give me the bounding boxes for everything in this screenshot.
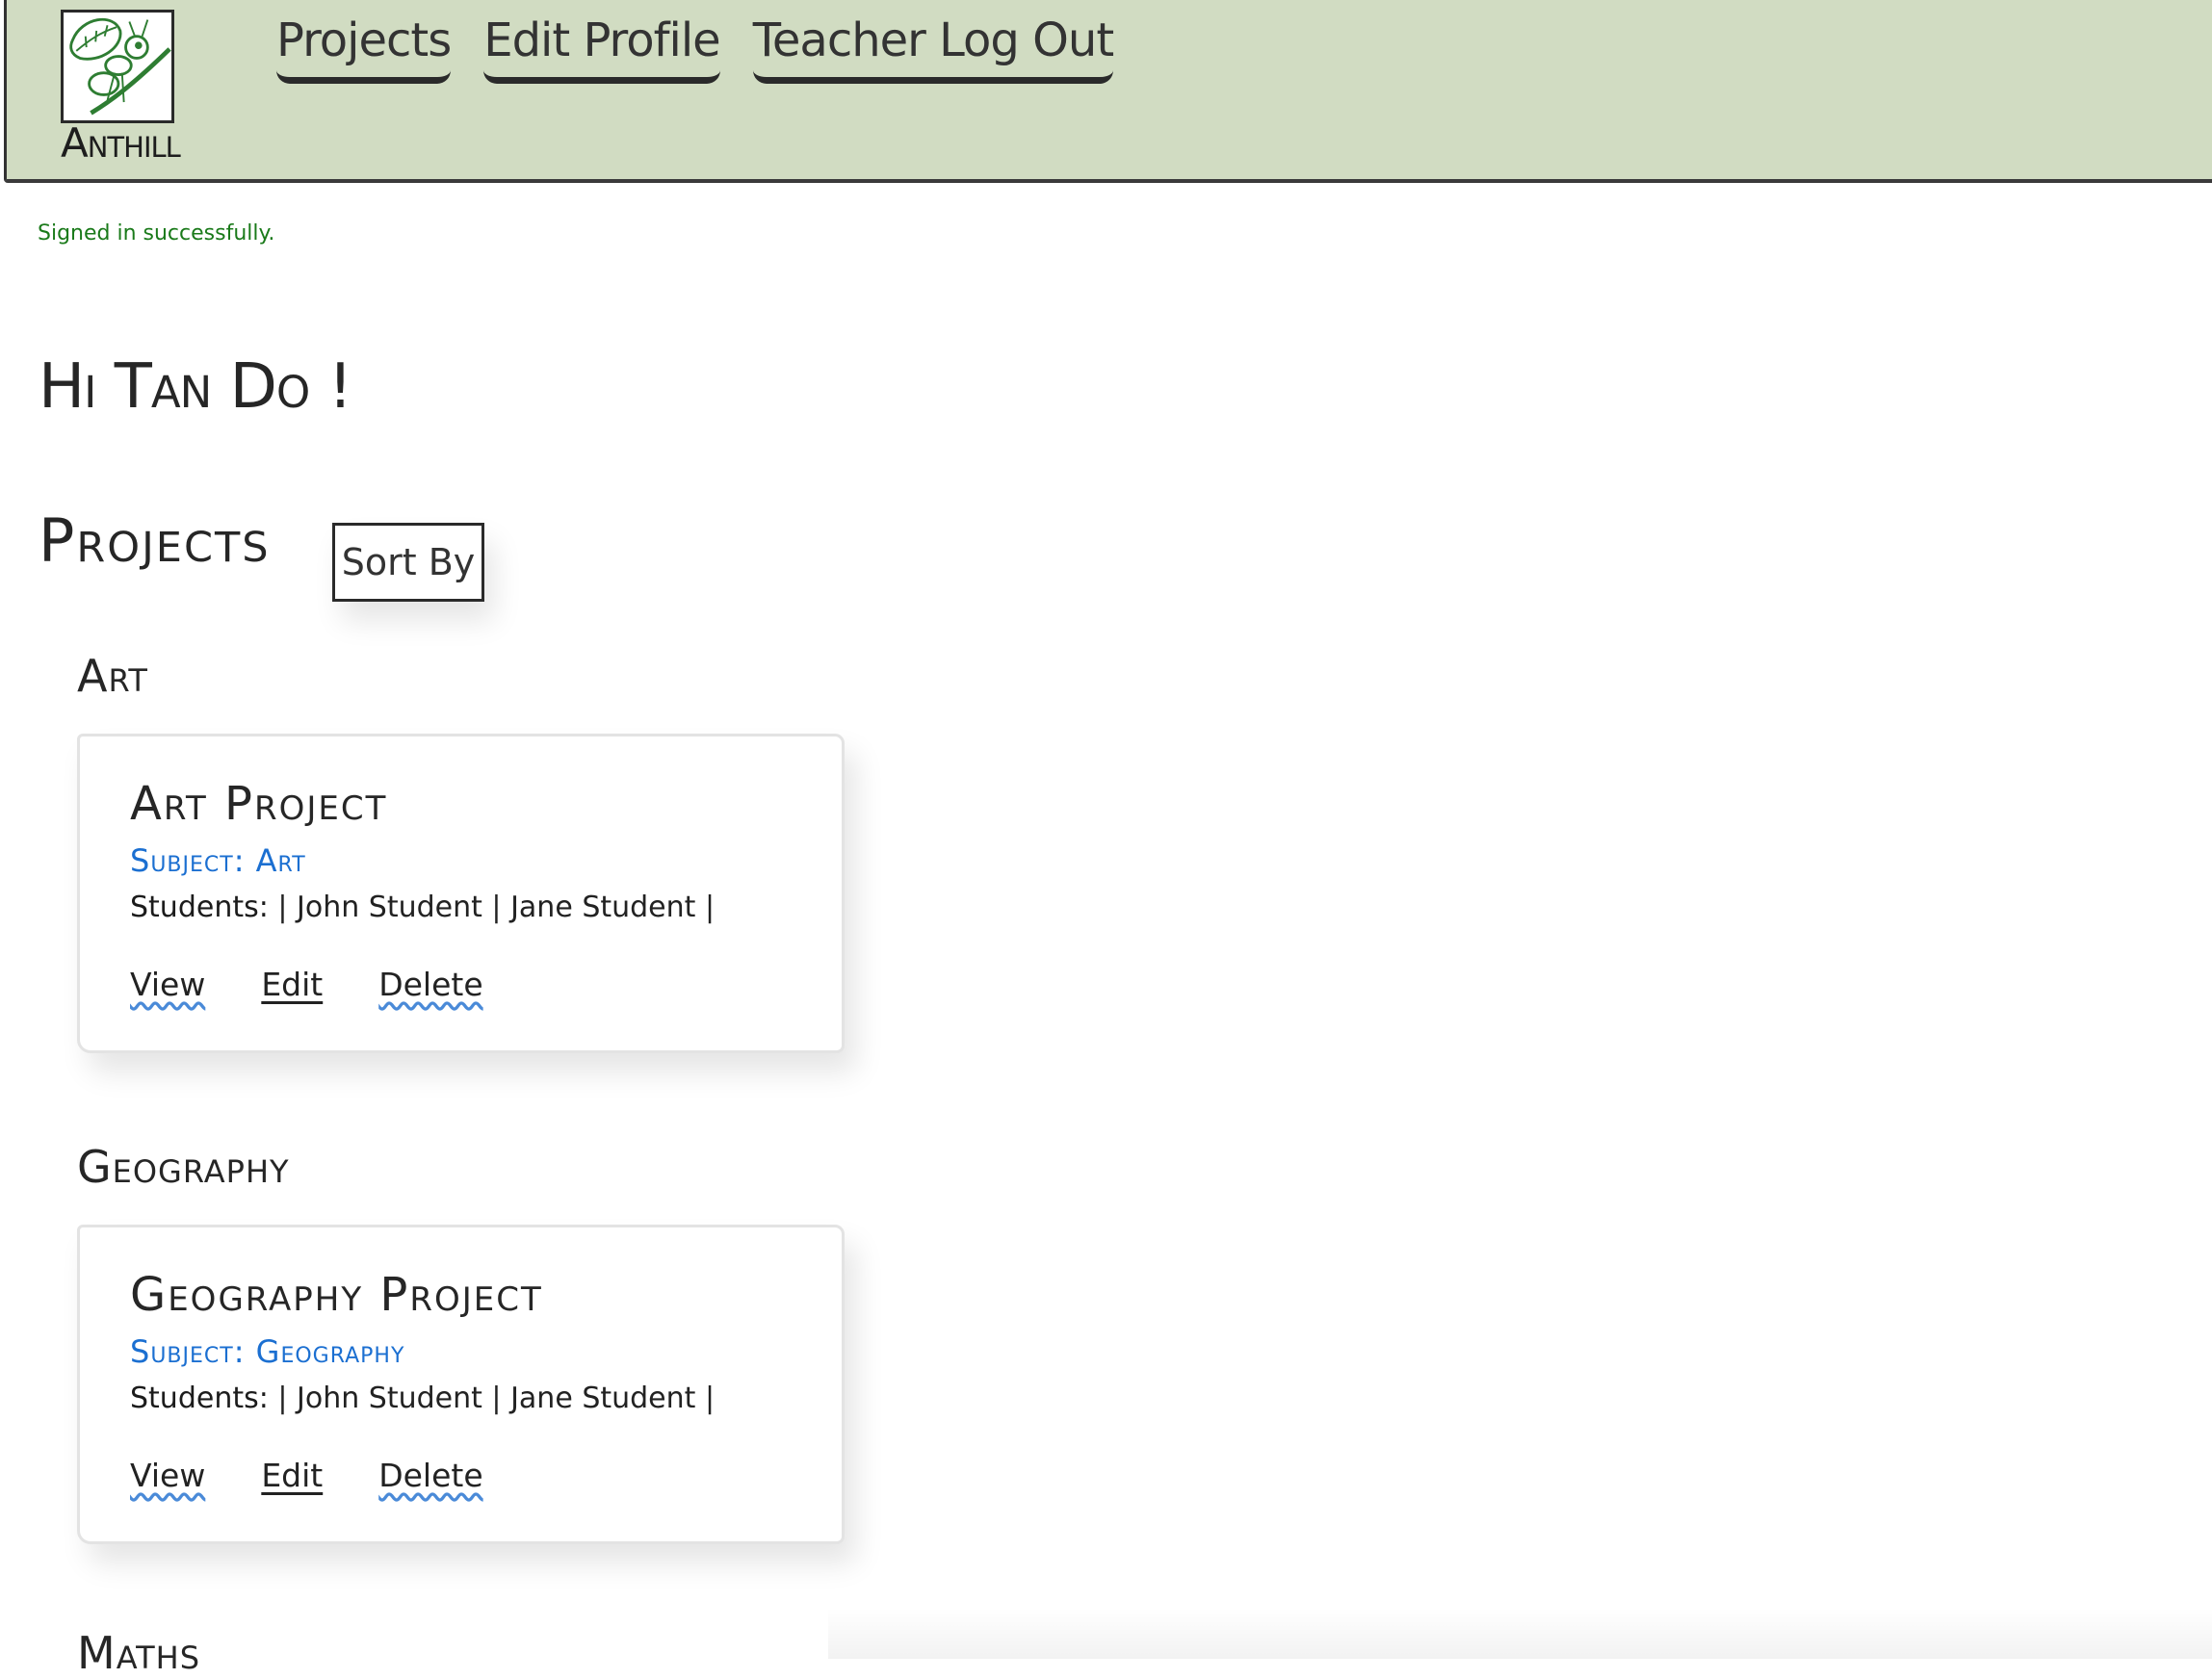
top-navbar: Anthill Projects Edit Profile Teacher Lo… xyxy=(4,0,2212,183)
scroll-shadow xyxy=(828,1608,2212,1659)
view-link[interactable]: View xyxy=(130,966,205,1003)
edit-link[interactable]: Edit xyxy=(261,1457,323,1494)
edit-link[interactable]: Edit xyxy=(261,966,323,1003)
projects-heading: Projects xyxy=(39,505,271,576)
subject-heading-geography: Geography xyxy=(77,1141,290,1193)
ant-leaf-icon xyxy=(69,17,171,116)
project-students: Students: | John Student | Jane Student … xyxy=(130,1382,715,1415)
sort-by-button[interactable]: Sort By xyxy=(332,523,484,602)
project-card: Art Project Subject: Art Students: | Joh… xyxy=(77,734,845,1053)
anthill-logo-icon[interactable] xyxy=(61,10,174,123)
project-actions: View Edit Delete xyxy=(130,966,483,1003)
students-list: | John Student | Jane Student | xyxy=(277,891,716,924)
view-link[interactable]: View xyxy=(130,1457,205,1494)
logo-text[interactable]: Anthill xyxy=(61,119,181,167)
project-title: Geography Project xyxy=(130,1268,543,1322)
students-label: Students: xyxy=(130,891,269,924)
nav-teacher-logout-link[interactable]: Teacher Log Out xyxy=(752,10,1114,84)
project-actions: View Edit Delete xyxy=(130,1457,483,1494)
subject-heading-art: Art xyxy=(77,650,148,702)
project-title: Art Project xyxy=(130,777,388,831)
project-subject-link[interactable]: Subject: Geography xyxy=(130,1333,404,1370)
project-subject-link[interactable]: Subject: Art xyxy=(130,842,306,879)
flash-notice: Signed in successfully. xyxy=(38,221,275,245)
project-card: Geography Project Subject: Geography Stu… xyxy=(77,1225,845,1544)
project-students: Students: | John Student | Jane Student … xyxy=(130,891,715,924)
subject-heading-maths: Maths xyxy=(77,1627,201,1679)
main-nav: Projects Edit Profile Teacher Log Out xyxy=(276,10,1114,84)
greeting-heading: Hi Tan Do ! xyxy=(39,351,352,423)
students-label: Students: xyxy=(130,1382,269,1415)
nav-edit-profile-link[interactable]: Edit Profile xyxy=(483,10,721,84)
delete-link[interactable]: Delete xyxy=(378,966,482,1003)
nav-projects-link[interactable]: Projects xyxy=(276,10,452,84)
students-list: | John Student | Jane Student | xyxy=(277,1382,716,1415)
delete-link[interactable]: Delete xyxy=(378,1457,482,1494)
